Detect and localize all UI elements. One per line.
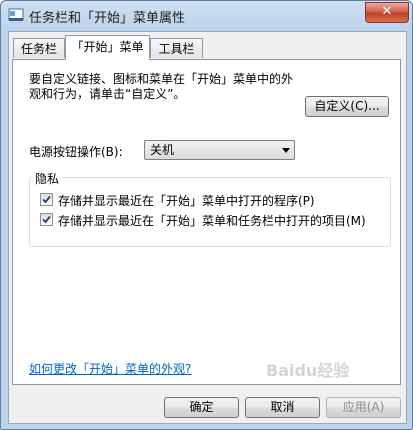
- ok-button[interactable]: 确定: [164, 397, 239, 418]
- apply-button[interactable]: 应用(A): [326, 397, 401, 418]
- power-button-value: 关机: [150, 143, 175, 157]
- checkmark-icon: [42, 215, 51, 224]
- checkmark-icon: [42, 195, 51, 204]
- tab-toolbars[interactable]: 工具栏: [150, 38, 203, 58]
- close-icon: ✕: [381, 4, 393, 19]
- tab-start-menu[interactable]: 「开始」菜单: [65, 35, 150, 60]
- privacy-group-title: 隐私: [32, 170, 63, 187]
- power-button-label: 电源按钮操作(B):: [29, 145, 123, 159]
- start-menu-tab-panel: 要自定义链接、图标和菜单在「开始」菜单中的外观和行为，请单击“自定义”。 自定义…: [12, 59, 401, 385]
- recent-programs-checkbox[interactable]: [40, 193, 53, 206]
- power-button-select[interactable]: 关机: [144, 140, 295, 160]
- title-bar[interactable]: 任务栏和「开始」菜单属性 ✕: [1, 1, 412, 29]
- close-button[interactable]: ✕: [365, 2, 409, 23]
- customize-button[interactable]: 自定义(C)...: [305, 96, 389, 117]
- taskbar-properties-icon: [8, 7, 24, 23]
- cancel-button[interactable]: 取消: [245, 397, 320, 418]
- dialog-window: 任务栏和「开始」菜单属性 ✕ 任务栏 「开始」菜单 工具栏 要自定义链接、图标和…: [0, 0, 413, 430]
- help-link[interactable]: 如何更改「开始」菜单的外观?: [29, 360, 191, 377]
- checkbox-label: 存储并显示最近在「开始」菜单中打开的程序(P): [58, 194, 315, 208]
- tab-label: 任务栏: [20, 42, 57, 56]
- description-text: 要自定义链接、图标和菜单在「开始」菜单中的外观和行为，请单击“自定义”。: [29, 72, 294, 101]
- tab-label: 工具栏: [158, 42, 195, 56]
- checkbox-label: 存储并显示最近在「开始」菜单和任务栏中打开的项目(M): [58, 214, 366, 228]
- recent-items-checkbox[interactable]: [40, 213, 53, 226]
- tab-taskbar[interactable]: 任务栏: [13, 38, 65, 58]
- tab-label: 「开始」菜单: [71, 40, 144, 54]
- window-title: 任务栏和「开始」菜单属性: [29, 11, 186, 26]
- chevron-down-icon: [282, 148, 290, 153]
- watermark: Baidu经验: [266, 361, 350, 380]
